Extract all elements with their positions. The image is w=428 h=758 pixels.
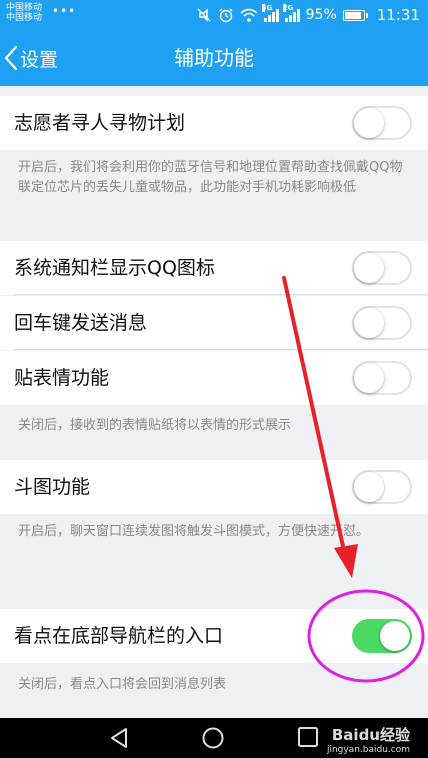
setting-row-volunteer: 志愿者寻人寻物计划 — [0, 96, 428, 150]
battery-fill — [344, 11, 361, 19]
clock: 11:31 — [376, 6, 420, 24]
toggle-sticker[interactable] — [352, 361, 412, 395]
wifi-icon — [240, 8, 258, 22]
status-bar: 中国移动 中国移动 ••• 4G 2G 95% 11:31 — [0, 0, 428, 30]
toggle-kandian[interactable] — [352, 619, 412, 653]
toggle-notify-icon[interactable] — [352, 251, 412, 285]
row-divider — [14, 349, 428, 350]
toggle-knob — [380, 621, 410, 651]
toggle-enter-send[interactable] — [352, 306, 412, 340]
network-type-2: 2G — [282, 4, 294, 12]
carrier-2: 中国移动 — [6, 13, 43, 23]
triangle-back-icon[interactable] — [108, 726, 130, 754]
status-icons: 4G 2G 95% 11:31 — [196, 4, 420, 24]
system-nav-bar: Baidu经验 jingyan.baidu.com — [0, 718, 428, 758]
battery-percent: 95% — [305, 7, 337, 23]
signal-1-icon: 4G — [261, 4, 279, 22]
toggle-knob — [354, 308, 384, 338]
setting-label-sticker: 贴表情功能 — [14, 367, 110, 389]
setting-desc-volunteer: 开启后，我们将会利用你的蓝牙信号和地理位置帮助查找佩戴QQ物联定位芯片的丢失儿童… — [18, 160, 403, 195]
toggle-knob — [354, 363, 384, 393]
page-title: 辅助功能 — [174, 46, 254, 70]
nav-bar: 设置 辅助功能 — [0, 30, 428, 86]
toggle-knob — [354, 108, 384, 138]
toggle-volunteer[interactable] — [352, 106, 412, 140]
setting-row-doutu: 斗图功能 — [0, 460, 428, 514]
circle-home-icon[interactable] — [201, 726, 225, 754]
watermark-url: jingyan.baidu.com — [326, 745, 410, 755]
setting-row-sticker: 贴表情功能 — [0, 351, 428, 405]
square-recent-icon[interactable] — [297, 726, 319, 752]
setting-row-notify-icon: 系统通知栏显示QQ图标 — [0, 241, 428, 295]
setting-row-kandian: 看点在底部导航栏的入口 — [0, 609, 428, 663]
toggle-doutu[interactable] — [352, 470, 412, 504]
carrier-1: 中国移动 — [6, 3, 43, 13]
setting-label-doutu: 斗图功能 — [14, 476, 91, 498]
setting-label-enter-send: 回车键发送消息 — [14, 312, 148, 334]
network-type-1: 4G — [261, 4, 273, 12]
setting-desc-sticker: 关闭后，接收到的表情贴纸将以表情的形式展示 — [18, 418, 292, 433]
alarm-icon — [218, 7, 234, 23]
watermark: Baidu经验 jingyan.baidu.com — [327, 724, 410, 755]
mute-icon — [196, 7, 212, 23]
setting-row-enter-send: 回车键发送消息 — [0, 296, 428, 350]
toggle-knob — [354, 472, 384, 502]
setting-desc-doutu: 开启后，聊天窗口连续发图将触发斗图模式，方便快速开怼。 — [18, 524, 370, 539]
setting-label-notify-icon: 系统通知栏显示QQ图标 — [14, 257, 215, 279]
more-notifications-icon: ••• — [52, 4, 77, 18]
settings-list: 志愿者寻人寻物计划 开启后，我们将会利用你的蓝牙信号和地理位置帮助查找佩戴QQ物… — [0, 86, 428, 718]
setting-label-volunteer: 志愿者寻人寻物计划 — [14, 112, 186, 134]
watermark-logo: Baidu经验 — [331, 726, 410, 744]
setting-desc-kandian: 关闭后，看点入口将会回到消息列表 — [18, 677, 227, 692]
battery-icon — [342, 9, 368, 21]
row-divider — [14, 294, 428, 295]
toggle-knob — [354, 253, 384, 283]
signal-2-icon: 2G — [282, 4, 300, 22]
carrier-info: 中国移动 中国移动 — [6, 3, 42, 23]
setting-label-kandian: 看点在底部导航栏的入口 — [14, 625, 224, 647]
